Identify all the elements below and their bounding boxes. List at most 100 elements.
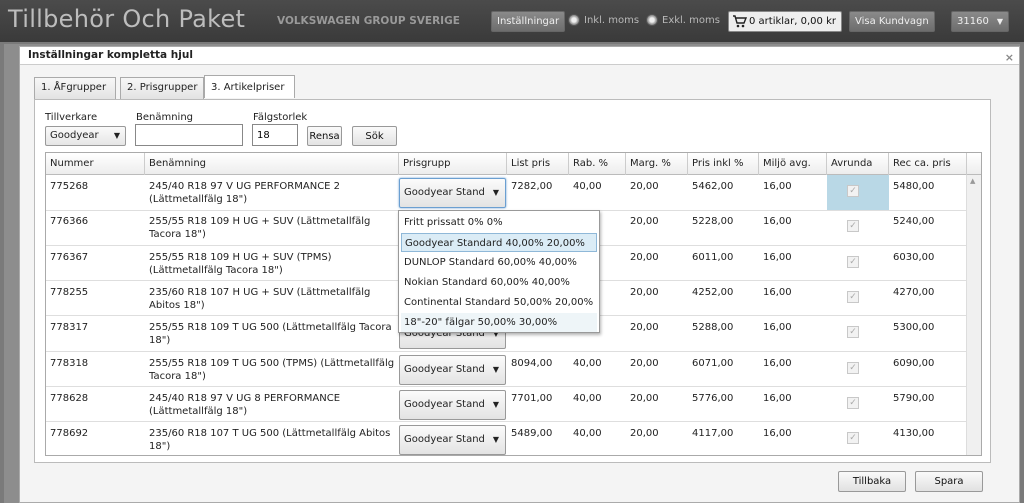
- col-round[interactable]: Avrunda: [827, 153, 889, 175]
- clear-button[interactable]: Rensa: [307, 126, 342, 146]
- cell-margin: 20,00: [630, 428, 659, 440]
- chevron-down-icon: ▼: [113, 131, 120, 140]
- price-group-select[interactable]: Goodyear Stand ▼: [399, 354, 506, 385]
- chevron-down-icon: ▼: [492, 399, 499, 409]
- app-header: Tillbehör Och Paket VOLKSWAGEN GROUP SVE…: [0, 0, 1024, 42]
- cell-price-incl: 4117,00: [692, 428, 734, 440]
- table-row[interactable]: 778628 245/40 R18 97 V UG 8 PERFORMANCE (…: [46, 387, 981, 423]
- dropdown-option[interactable]: Nokian Standard 60,00% 40,00%: [401, 273, 597, 292]
- settings-dialog: Inställningar kompletta hjul × 1. ÅFgrup…: [19, 46, 1020, 503]
- cell-number: 778317: [50, 322, 89, 334]
- round-checkbox[interactable]: ✓: [847, 396, 859, 409]
- price-group-dropdown-list: Fritt prissatt 0% 0% Goodyear Standard 4…: [398, 210, 600, 333]
- save-button[interactable]: Spara: [915, 471, 983, 492]
- chevron-down-icon: ▼: [492, 435, 499, 445]
- col-env-fee[interactable]: Miljö avg.: [759, 153, 827, 175]
- back-button[interactable]: Tillbaka: [838, 471, 906, 492]
- table-header: Nummer Benämning Prisgrupp List pris Rab…: [46, 153, 981, 175]
- table-row[interactable]: 775268 245/40 R18 97 V UG PERFORMANCE 2 (…: [46, 175, 981, 211]
- cell-price-incl: 5288,00: [692, 322, 734, 334]
- col-discount[interactable]: Rab. %: [569, 153, 626, 175]
- col-list-price[interactable]: List pris: [507, 153, 569, 175]
- col-price-group[interactable]: Prisgrupp: [399, 153, 507, 175]
- table-scrollbar[interactable]: ▲: [966, 175, 981, 455]
- name-input[interactable]: [135, 124, 243, 146]
- table-row[interactable]: 778692 235/60 R18 107 T UG 500 (Lättmetal…: [46, 422, 981, 455]
- price-group-select[interactable]: Goodyear Stand ▼: [399, 178, 506, 208]
- cell-rec-price: 5300,00: [893, 322, 935, 334]
- dropdown-option[interactable]: Fritt prissatt 0% 0%: [401, 213, 597, 232]
- round-checkbox[interactable]: ✓: [847, 255, 859, 268]
- rim-size-label: Fälgstorlek: [253, 112, 308, 123]
- cell-number: 778318: [50, 357, 89, 369]
- incl-vat-radio[interactable]: [568, 14, 580, 26]
- cart-summary[interactable]: 0 artiklar, 0,00 kr: [728, 11, 842, 32]
- col-name[interactable]: Benämning: [145, 153, 399, 175]
- cell-rec-price: 6030,00: [893, 251, 935, 263]
- manufacturer-select[interactable]: Goodyear ▼: [45, 126, 126, 146]
- rim-size-input[interactable]: [252, 124, 298, 146]
- scroll-up-icon[interactable]: ▲: [970, 177, 975, 185]
- price-group-select[interactable]: Goodyear Stand ▼: [399, 389, 506, 420]
- dealer-select-value: 31160: [957, 16, 989, 27]
- cell-name: 245/40 R18 97 V UG 8 PERFORMANCE (Lättme…: [149, 392, 341, 417]
- close-icon[interactable]: ×: [1005, 49, 1014, 66]
- cell-discount: 40,00: [573, 357, 602, 369]
- col-rec-price[interactable]: Rec ca. pris: [889, 153, 967, 175]
- cell-env-fee: 16,00: [763, 392, 792, 404]
- cell-margin: 20,00: [630, 392, 659, 404]
- price-group-value: Goodyear Stand: [404, 187, 485, 198]
- cell-discount: 40,00: [573, 181, 602, 192]
- chevron-down-icon: ▼: [492, 364, 499, 374]
- cell-env-fee: 16,00: [763, 181, 792, 192]
- round-checkbox[interactable]: ✓: [847, 185, 859, 197]
- cell-name: 255/55 R18 109 H UG + SUV (TPMS) (Lättme…: [149, 251, 332, 276]
- price-group-value: Goodyear Stand: [404, 363, 485, 375]
- cell-env-fee: 16,00: [763, 286, 792, 298]
- dropdown-option[interactable]: DUNLOP Standard 60,00% 40,00%: [401, 253, 597, 272]
- table-row[interactable]: 778318 255/55 R18 109 T UG 500 (TPMS) (Lä…: [46, 352, 981, 387]
- col-price-incl[interactable]: Pris inkl %: [688, 153, 759, 175]
- cell-rec-price: 6090,00: [893, 357, 935, 369]
- show-cart-button[interactable]: Visa Kundvagn: [849, 11, 935, 32]
- cell-price-incl: 6011,00: [692, 251, 734, 263]
- cell-rec-price: 5240,00: [893, 216, 935, 228]
- excl-vat-radio[interactable]: [646, 14, 658, 26]
- cart-text: 0 artiklar, 0,00 kr: [749, 16, 836, 27]
- chevron-down-icon: ▼: [492, 188, 499, 197]
- round-checkbox[interactable]: ✓: [847, 220, 859, 233]
- tab-af-groups[interactable]: 1. ÅFgrupper: [34, 77, 116, 99]
- tab-article-prices[interactable]: 3. Artikelpriser: [204, 75, 295, 98]
- col-margin[interactable]: Marg. %: [626, 153, 688, 175]
- cell-price-incl: 5776,00: [692, 392, 734, 404]
- dropdown-option-selected[interactable]: Goodyear Standard 40,00% 20,00%: [401, 233, 597, 252]
- cell-margin: 20,00: [630, 286, 659, 298]
- cell-rec-price: 4130,00: [893, 428, 935, 440]
- cell-number: 778628: [50, 392, 89, 404]
- cell-list-price: 8094,00: [511, 357, 553, 369]
- search-button[interactable]: Sök: [352, 126, 397, 146]
- price-group-value: Goodyear Stand: [404, 434, 485, 446]
- cell-name: 245/40 R18 97 V UG PERFORMANCE 2 (Lättme…: [149, 181, 341, 205]
- cell-list-price: 5489,00: [511, 428, 553, 440]
- dialog-title-text: Inställningar kompletta hjul: [28, 49, 193, 61]
- round-checkbox[interactable]: ✓: [847, 432, 859, 445]
- round-checkbox[interactable]: ✓: [847, 290, 859, 303]
- cell-margin: 20,00: [630, 322, 659, 334]
- col-number[interactable]: Nummer: [46, 153, 145, 175]
- cell-number: 776367: [50, 251, 89, 263]
- cell-margin: 20,00: [630, 251, 659, 263]
- app-subtitle: VOLKSWAGEN GROUP SVERIGE: [277, 15, 460, 27]
- tab-price-groups[interactable]: 2. Prisgrupper: [120, 77, 204, 99]
- round-checkbox[interactable]: ✓: [847, 361, 859, 374]
- settings-button[interactable]: Inställningar: [491, 11, 566, 32]
- cell-price-incl: 5462,00: [692, 181, 734, 192]
- dropdown-option[interactable]: 18"-20" fälgar 50,00% 30,00%: [401, 313, 597, 332]
- price-group-select[interactable]: Goodyear Stand ▼: [399, 425, 506, 455]
- cell-rec-price: 5790,00: [893, 392, 935, 404]
- cell-list-price: 7282,00: [511, 181, 553, 192]
- cell-env-fee: 16,00: [763, 216, 792, 228]
- round-checkbox[interactable]: ✓: [847, 326, 859, 339]
- dropdown-option[interactable]: Continental Standard 50,00% 20,00%: [401, 293, 597, 312]
- dealer-select[interactable]: 31160 ▼: [951, 11, 1009, 32]
